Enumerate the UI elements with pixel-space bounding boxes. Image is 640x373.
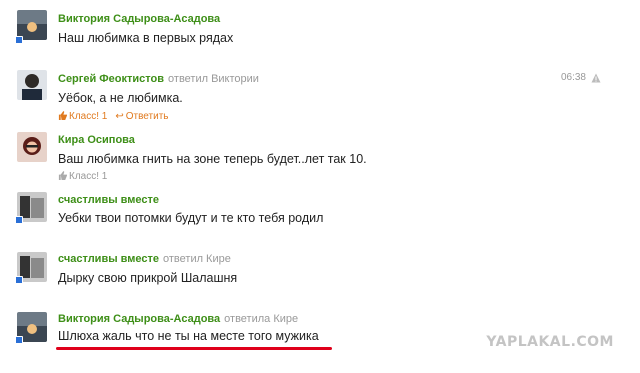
online-status-icon — [15, 276, 23, 284]
online-status-icon — [15, 336, 23, 344]
reply-arrow-icon: ↩ — [115, 111, 124, 122]
report-icon[interactable] — [591, 73, 601, 83]
online-status-icon — [15, 216, 23, 224]
author-name[interactable]: Виктория Садырова-Асадова — [58, 313, 220, 325]
red-underline-highlight — [56, 347, 332, 350]
author-name[interactable]: счастливы вместе — [58, 194, 159, 206]
thumbs-up-icon — [58, 171, 67, 180]
comment-text: Наш любимка в первых рядах — [58, 31, 234, 45]
comment-text: Дырку свою прикрой Шалашня — [58, 271, 238, 285]
comment-meta: Виктория Садырова-Асадова — [58, 12, 220, 26]
like-count: Класс! 1 — [69, 171, 108, 182]
comment-text: Уебки твои потомки будут и те кто тебя р… — [58, 211, 324, 225]
comment-meta: Сергей Феоктистов ответил Виктории — [58, 72, 259, 86]
comment-actions: Класс! 1 ↩ Ответить — [58, 111, 168, 123]
watermark: YAPLAKAL.COM — [486, 334, 614, 350]
comment-meta: Виктория Садырова-Асадова ответила Кире — [58, 312, 298, 326]
author-name[interactable]: Виктория Садырова-Асадова — [58, 13, 220, 25]
comment-time: 06:38 — [560, 72, 586, 83]
like-button[interactable]: Класс! 1 — [58, 111, 107, 122]
comment-meta: счастливы вместе ответил Кире — [58, 252, 231, 266]
comment-meta: счастливы вместе — [58, 193, 159, 207]
comment-text: Шлюха жаль что не ты на месте того мужик… — [58, 329, 319, 343]
reply-to-label: ответила Кире — [224, 313, 299, 325]
reply-button[interactable]: ↩ Ответить — [115, 111, 168, 122]
like-button[interactable]: Класс! 1 — [58, 171, 107, 182]
thumbs-up-icon — [58, 111, 67, 120]
reply-to-label: ответил Виктории — [168, 73, 259, 85]
comment-meta: Кира Осипова — [58, 133, 135, 147]
comment-actions: Класс! 1 — [58, 171, 107, 183]
comment-text: Ваш любимка гнить на зоне теперь будет..… — [58, 152, 367, 166]
comment-text: Уёбок, а не любимка. — [58, 91, 183, 105]
online-status-icon — [15, 36, 23, 44]
reply-label: Ответить — [125, 111, 169, 122]
reply-to-label: ответил Кире — [163, 253, 231, 265]
like-count: Класс! 1 — [69, 111, 108, 122]
author-name[interactable]: Кира Осипова — [58, 134, 135, 146]
author-name[interactable]: счастливы вместе — [58, 253, 159, 265]
avatar[interactable] — [17, 70, 47, 100]
avatar[interactable] — [17, 132, 47, 162]
author-name[interactable]: Сергей Феоктистов — [58, 73, 164, 85]
